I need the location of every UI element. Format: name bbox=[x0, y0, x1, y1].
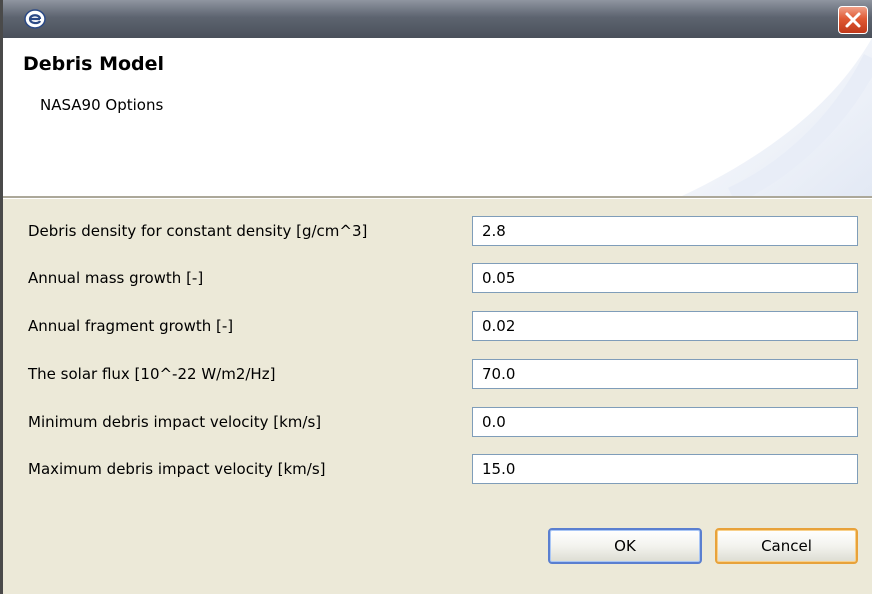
field-label-debris-density: Debris density for constant density [g/c… bbox=[28, 222, 368, 240]
page-subtitle: NASA90 Options bbox=[40, 96, 164, 114]
annual-fragment-growth-input[interactable] bbox=[472, 311, 858, 341]
header-decoration bbox=[682, 38, 872, 196]
close-x-icon bbox=[845, 12, 861, 28]
close-button[interactable] bbox=[838, 6, 868, 34]
header-separator bbox=[3, 196, 872, 199]
eclipse-e-icon bbox=[23, 7, 47, 31]
ok-button[interactable]: OK bbox=[548, 528, 702, 564]
annual-mass-growth-input[interactable] bbox=[472, 263, 858, 293]
field-label-max-impact-velocity: Maximum debris impact velocity [km/s] bbox=[28, 460, 326, 478]
debris-model-dialog: Debris Model NASA90 Options Debris densi… bbox=[0, 0, 872, 594]
min-impact-velocity-input[interactable] bbox=[472, 407, 858, 437]
solar-flux-input[interactable] bbox=[472, 359, 858, 389]
page-title: Debris Model bbox=[23, 53, 165, 75]
cancel-button[interactable]: Cancel bbox=[715, 528, 858, 564]
field-label-min-impact-velocity: Minimum debris impact velocity [km/s] bbox=[28, 413, 322, 431]
max-impact-velocity-input[interactable] bbox=[472, 454, 858, 484]
field-label-annual-fragment-growth: Annual fragment growth [-] bbox=[28, 317, 234, 335]
field-label-solar-flux: The solar flux [10^-22 W/m2/Hz] bbox=[28, 365, 276, 383]
debris-density-input[interactable] bbox=[472, 216, 858, 246]
title-bar[interactable] bbox=[3, 0, 872, 38]
field-label-annual-mass-growth: Annual mass growth [-] bbox=[28, 269, 204, 287]
